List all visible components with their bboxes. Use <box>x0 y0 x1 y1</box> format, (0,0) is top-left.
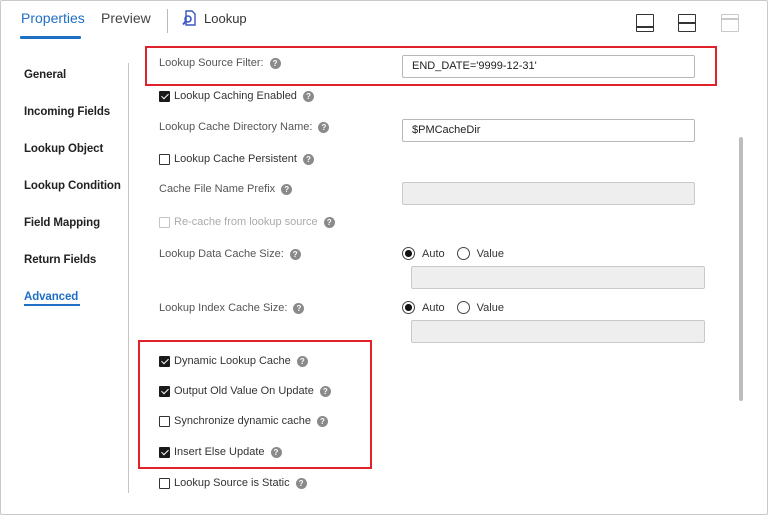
checkbox-unchecked[interactable] <box>159 153 170 165</box>
radio-value-label: Value <box>476 247 504 260</box>
radio-auto-label: Auto <box>422 247 445 260</box>
layout-split-horizontal-icon[interactable] <box>678 14 696 32</box>
vertical-scrollbar[interactable] <box>739 137 743 401</box>
toolbar-separator <box>167 9 168 33</box>
index-cache-size-radio-group: Auto Value <box>402 301 516 314</box>
data-cache-size-radio-group: Auto Value <box>402 247 516 260</box>
help-icon[interactable]: ? <box>302 153 314 165</box>
sidebar-item-incoming-fields[interactable]: Incoming Fields <box>24 106 110 118</box>
checkbox-disabled <box>159 216 170 228</box>
sidebar-item-return-fields[interactable]: Return Fields <box>24 254 96 266</box>
layout-full-pane-icon <box>721 14 739 32</box>
radio-auto-selected[interactable] <box>402 247 415 260</box>
data-cache-size-label-text: Lookup Data Cache Size: <box>159 248 284 260</box>
sidebar-item-lookup-condition[interactable]: Lookup Condition <box>24 180 121 192</box>
checkbox-unchecked[interactable] <box>159 477 170 489</box>
cache-prefix-label-text: Cache File Name Prefix <box>159 183 276 195</box>
lookup-transformation-icon <box>182 10 196 26</box>
sidebar-item-field-mapping[interactable]: Field Mapping <box>24 217 100 229</box>
object-title-label: Lookup <box>204 10 247 26</box>
index-cache-size-label: Lookup Index Cache Size:? <box>159 302 305 314</box>
radio-value[interactable] <box>456 247 470 260</box>
source-static-checkbox[interactable]: Lookup Source is Static? <box>159 477 307 489</box>
recache-label: Re-cache from lookup source <box>174 216 318 228</box>
caching-enabled-label: Lookup Caching Enabled <box>174 90 297 102</box>
tab-properties[interactable]: Properties <box>21 10 85 26</box>
help-icon[interactable]: ? <box>318 121 330 133</box>
sidebar-item-lookup-object[interactable]: Lookup Object <box>24 143 103 155</box>
data-cache-size-input <box>411 266 705 289</box>
properties-panel: Properties Preview Lookup General Incomi… <box>0 0 768 515</box>
radio-value-label: Value <box>476 301 504 314</box>
active-tab-indicator <box>20 36 81 39</box>
radio-auto-label: Auto <box>422 301 445 314</box>
help-icon[interactable]: ? <box>302 90 314 102</box>
data-cache-size-label: Lookup Data Cache Size:? <box>159 248 301 260</box>
sidebar-item-advanced[interactable]: Advanced <box>24 291 78 303</box>
radio-value[interactable] <box>456 301 470 314</box>
help-icon[interactable]: ? <box>293 302 305 314</box>
highlight-box-source-filter <box>145 46 717 86</box>
caching-enabled-checkbox[interactable]: Lookup Caching Enabled? <box>159 90 314 102</box>
cache-prefix-input <box>402 182 695 205</box>
cache-persistent-checkbox[interactable]: Lookup Cache Persistent? <box>159 153 314 165</box>
sidebar-divider <box>128 63 129 493</box>
recache-checkbox: Re-cache from lookup source? <box>159 216 335 228</box>
highlight-box-dynamic-cache <box>138 340 372 469</box>
help-icon[interactable]: ? <box>323 216 335 228</box>
sidebar-item-general[interactable]: General <box>24 69 66 81</box>
help-icon[interactable]: ? <box>281 183 293 195</box>
tab-preview[interactable]: Preview <box>101 10 151 26</box>
cache-dir-label-text: Lookup Cache Directory Name: <box>159 121 313 133</box>
cache-dir-input[interactable]: $PMCacheDir <box>402 119 695 142</box>
layout-single-pane-icon[interactable] <box>636 14 654 32</box>
cache-persistent-label: Lookup Cache Persistent <box>174 153 297 165</box>
radio-auto-selected[interactable] <box>402 301 415 314</box>
cache-prefix-label: Cache File Name Prefix? <box>159 183 293 195</box>
help-icon[interactable]: ? <box>295 477 307 489</box>
source-static-label: Lookup Source is Static <box>174 477 290 489</box>
sidebar-active-indicator <box>24 304 80 306</box>
cache-dir-label: Lookup Cache Directory Name:? <box>159 121 330 133</box>
index-cache-size-input <box>411 320 705 343</box>
checkbox-checked[interactable] <box>159 90 170 102</box>
help-icon[interactable]: ? <box>289 248 301 260</box>
object-title: Lookup <box>182 10 247 26</box>
index-cache-size-label-text: Lookup Index Cache Size: <box>159 302 288 314</box>
